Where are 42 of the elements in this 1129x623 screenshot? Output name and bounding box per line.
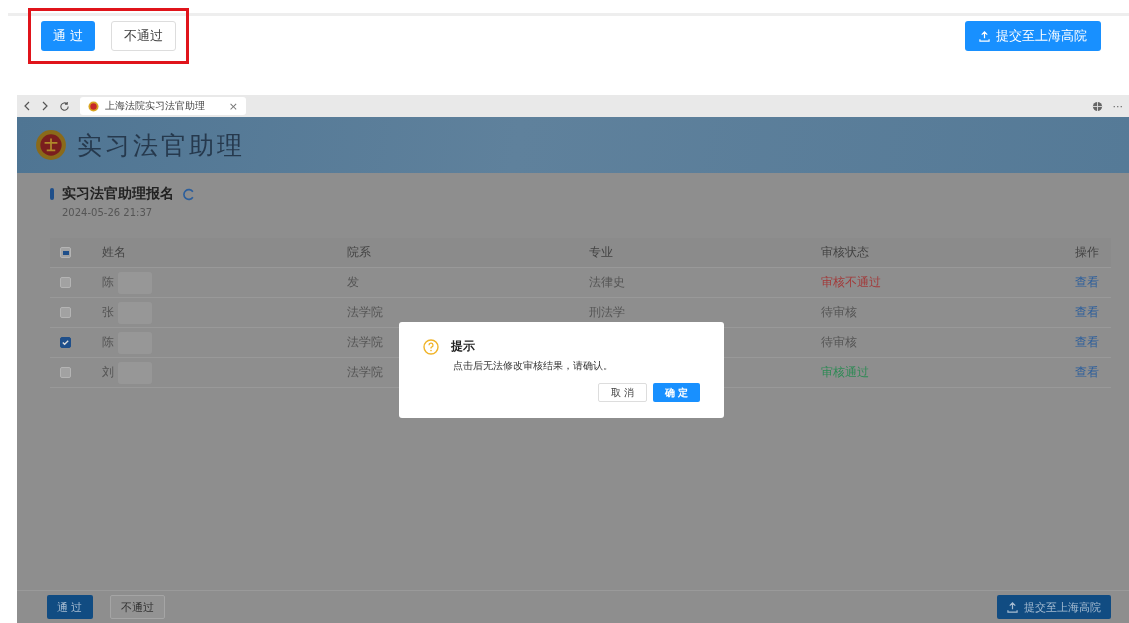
tab-title: 上海法院实习法官助理 — [105, 99, 206, 113]
status-cell: 审核通过 — [821, 365, 869, 379]
submit-button[interactable]: 提交至上海高院 — [965, 21, 1101, 51]
column-header: 专业 — [589, 244, 614, 261]
select-all-checkbox[interactable] — [60, 247, 71, 258]
approve-button[interactable]: 通 过 — [47, 595, 93, 619]
column-header: 院系 — [347, 244, 372, 261]
row-checkbox[interactable] — [60, 307, 71, 318]
section-title: 实习法官助理报名 — [62, 185, 174, 203]
question-icon — [423, 338, 439, 355]
emblem-icon — [35, 129, 67, 161]
reject-button[interactable]: 不通过 — [109, 595, 165, 619]
submit-button[interactable]: 提交至上海高院 — [997, 595, 1111, 619]
timestamp: 2024-05-26 21:37 — [62, 207, 154, 218]
approve-button[interactable]: 通 过 — [41, 21, 96, 51]
browser-tab[interactable]: 上海法院实习法官助理 × — [80, 97, 246, 115]
section-marker — [50, 188, 54, 200]
row-checkbox[interactable] — [60, 277, 71, 288]
dialog-title: 提示 — [451, 338, 475, 355]
forward-icon[interactable] — [41, 101, 49, 111]
upload-icon — [979, 30, 990, 42]
row-checkbox[interactable] — [60, 367, 71, 378]
reload-icon[interactable] — [59, 100, 70, 112]
column-header: 姓名 — [102, 244, 127, 261]
emblem-icon — [88, 100, 99, 112]
dialog-message: 点击后无法修改审核结果，请确认。 — [453, 359, 614, 373]
upload-icon — [1007, 601, 1018, 613]
back-icon[interactable] — [23, 101, 31, 111]
name-cell: 陈 — [102, 274, 114, 291]
column-header: 操作 — [1074, 244, 1100, 261]
cancel-button[interactable]: 取 消 — [598, 383, 648, 402]
site-title: 实习法官助理 — [77, 129, 245, 162]
row-checkbox[interactable] — [60, 337, 71, 348]
more-button[interactable]: ··· — [1112, 99, 1123, 113]
tab-close-button[interactable]: × — [228, 99, 238, 113]
status-cell: 审核不通过 — [821, 275, 881, 289]
name-cell: 张 — [102, 304, 114, 321]
globe-icon[interactable] — [1091, 100, 1103, 112]
reject-button[interactable]: 不通过 — [111, 21, 177, 51]
column-header: 审核状态 — [821, 244, 870, 261]
confirm-button[interactable]: 确 定 — [653, 383, 700, 402]
name-cell: 陈 — [102, 334, 114, 351]
